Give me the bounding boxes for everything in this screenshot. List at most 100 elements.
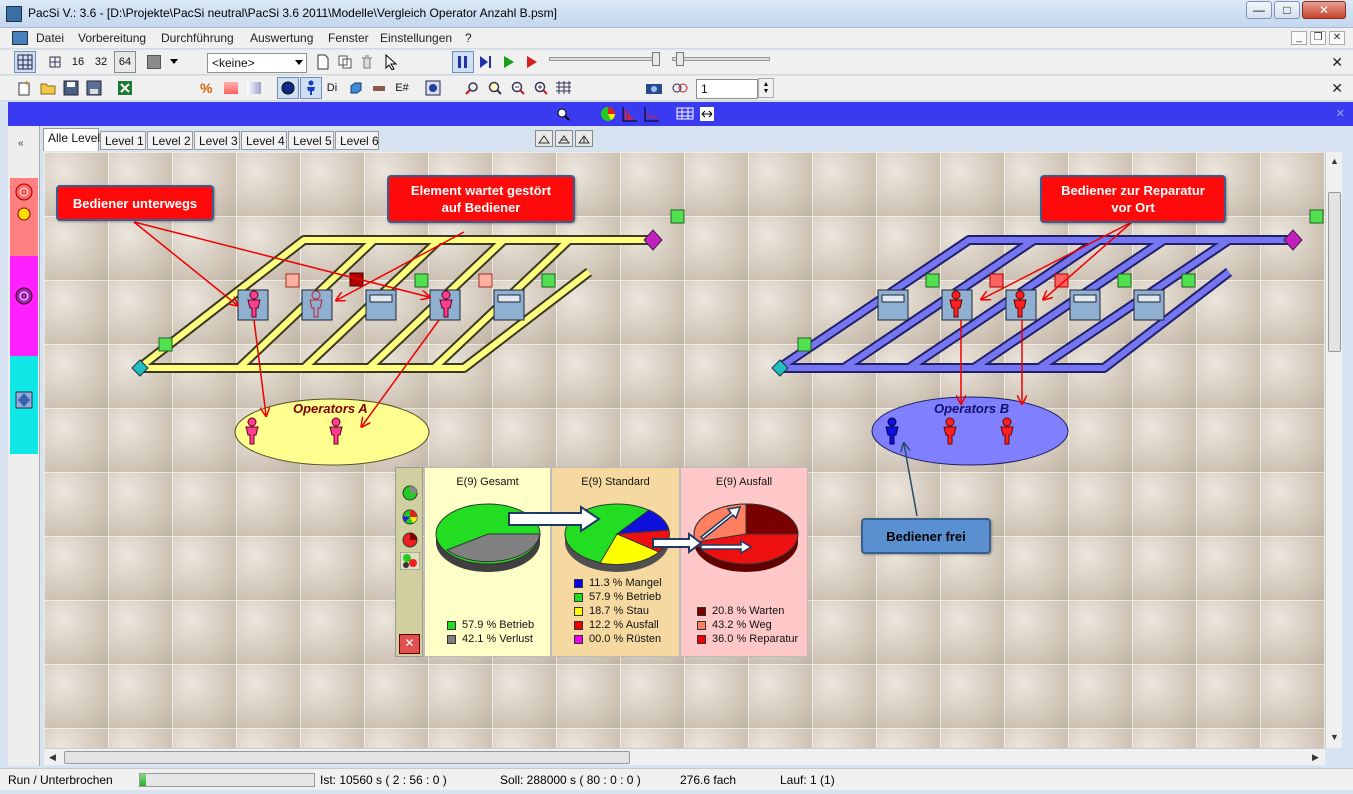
snapshot-button[interactable] [643, 77, 665, 99]
level-same-button[interactable] [555, 130, 573, 147]
tab-level-2[interactable]: Level 2 [147, 131, 193, 150]
trend-button[interactable] [642, 104, 662, 124]
menu-fenster[interactable]: Fenster [328, 31, 369, 45]
enumerate-button[interactable]: E# [391, 77, 413, 99]
level-up-button[interactable] [535, 130, 553, 147]
production-line-a[interactable] [131, 229, 663, 377]
mdi-minimize-button[interactable]: _ [1291, 31, 1307, 45]
speed-slider[interactable] [549, 57, 659, 61]
new-model-button[interactable] [14, 77, 36, 99]
open-button[interactable] [37, 77, 59, 99]
sink-a-icon[interactable] [643, 229, 663, 251]
save-as-button[interactable] [83, 77, 105, 99]
record-play-button[interactable] [521, 51, 543, 73]
zoom-slider[interactable] [672, 57, 770, 61]
runs-spinbox[interactable]: 1 [696, 79, 758, 99]
menu-datei[interactable]: Datei [36, 31, 64, 45]
run-counter-button[interactable] [669, 77, 691, 99]
pointer-button[interactable] [380, 51, 402, 73]
zoom-in-button[interactable] [530, 77, 552, 99]
tab-level-1[interactable]: Level 1 [100, 131, 146, 150]
production-line-b[interactable] [771, 229, 1303, 377]
operator-element-icon[interactable] [14, 206, 34, 222]
vertical-scrollbar[interactable]: ▲ ▼ [1325, 152, 1342, 748]
operator-button[interactable] [300, 77, 322, 99]
menu-vorbereitung[interactable]: Vorbereitung [78, 31, 146, 45]
menu-auswertung[interactable]: Auswertung [250, 31, 313, 45]
grid-64-button[interactable]: 64 [114, 51, 136, 73]
grid-toggle-button[interactable] [14, 51, 36, 73]
minimize-button[interactable]: — [1246, 1, 1272, 19]
machine-element-icon[interactable] [14, 182, 34, 202]
document-icon[interactable] [12, 31, 28, 45]
histogram-button[interactable] [620, 104, 640, 124]
zoom-slider-thumb[interactable] [676, 52, 684, 66]
color-gray-button[interactable] [243, 77, 265, 99]
table-button[interactable] [675, 104, 695, 124]
save-button[interactable] [60, 77, 82, 99]
color-red-button[interactable] [220, 77, 242, 99]
color-picker-button[interactable] [143, 51, 165, 73]
tab-level-6[interactable]: Level 6 [335, 131, 379, 150]
step-button[interactable] [475, 51, 497, 73]
toolbar2-close-icon[interactable]: ✕ [1331, 80, 1343, 97]
zoom-button[interactable] [484, 77, 506, 99]
new-file-button[interactable] [312, 51, 334, 73]
spin-up-icon[interactable]: ▲ [763, 81, 770, 88]
resize-button[interactable] [697, 104, 717, 124]
menu-durchfuehrung[interactable]: Durchführung [161, 31, 234, 45]
sink-b-icon[interactable] [1283, 229, 1303, 251]
menu-help[interactable]: ? [465, 31, 472, 45]
zoom-fit-button[interactable] [461, 77, 483, 99]
horizontal-scrollbar[interactable]: ◀ ▶ [44, 748, 1325, 765]
scroll-down-icon[interactable]: ▼ [1330, 732, 1339, 742]
delete-button[interactable] [356, 51, 378, 73]
tab-level-3[interactable]: Level 3 [194, 131, 240, 150]
percent-button[interactable]: % [196, 77, 218, 99]
runs-spin-buttons[interactable]: ▲ ▼ [758, 78, 774, 98]
zoom-out-icon [511, 81, 525, 95]
zoom-out-button[interactable] [507, 77, 529, 99]
scroll-right-icon[interactable]: ▶ [1312, 752, 1319, 763]
color-dropdown-button[interactable] [166, 51, 182, 73]
pie-chart-button[interactable] [598, 104, 618, 124]
excel-export-button[interactable] [114, 77, 136, 99]
buffer-button[interactable] [345, 77, 367, 99]
model-canvas[interactable]: Bediener unterwegs Element wartet gestör… [44, 152, 1325, 748]
vertical-scroll-thumb[interactable] [1328, 192, 1341, 352]
toolbar-close-icon[interactable]: ✕ [1331, 54, 1343, 71]
palette-group-machines [10, 178, 38, 256]
mdi-close-button[interactable]: ✕ [1329, 31, 1345, 45]
tab-level-5[interactable]: Level 5 [288, 131, 334, 150]
grid-16-button[interactable]: 16 [67, 51, 89, 73]
scroll-up-icon[interactable]: ▲ [1330, 156, 1339, 166]
spin-down-icon[interactable]: ▼ [763, 88, 770, 95]
grid-settings-button[interactable] [553, 77, 575, 99]
tab-alle-level[interactable]: Alle Level [43, 128, 100, 151]
maximize-button[interactable]: □ [1274, 1, 1300, 19]
eval-bar-close-icon[interactable]: ✕ [1336, 107, 1345, 120]
scroll-left-icon[interactable]: ◀ [49, 752, 56, 763]
menu-einstellungen[interactable]: Einstellungen [380, 31, 452, 45]
machines-line-a[interactable] [237, 289, 525, 321]
collapse-icon[interactable]: « [18, 138, 24, 149]
element-combo[interactable]: <keine> [207, 53, 307, 73]
play-button[interactable] [498, 51, 520, 73]
copy-button[interactable] [334, 51, 356, 73]
element-circle-button[interactable] [277, 77, 299, 99]
level-down-button[interactable] [575, 130, 593, 147]
di-button[interactable]: Di [321, 77, 343, 99]
source-element-icon[interactable] [14, 286, 34, 306]
speed-slider-thumb[interactable] [652, 52, 660, 66]
mdi-restore-button[interactable]: ❐ [1310, 31, 1326, 45]
close-button[interactable]: ✕ [1302, 1, 1346, 19]
grid-32-button[interactable]: 32 [90, 51, 112, 73]
eval-zoom-button[interactable] [553, 104, 573, 124]
pause-button[interactable] [452, 51, 474, 73]
image-button[interactable] [422, 77, 444, 99]
horizontal-scroll-thumb[interactable] [64, 751, 630, 764]
connector-element-icon[interactable] [14, 390, 34, 410]
tab-level-4[interactable]: Level 4 [241, 131, 287, 150]
fine-grid-button[interactable] [44, 51, 66, 73]
conveyor-button[interactable] [368, 77, 390, 99]
